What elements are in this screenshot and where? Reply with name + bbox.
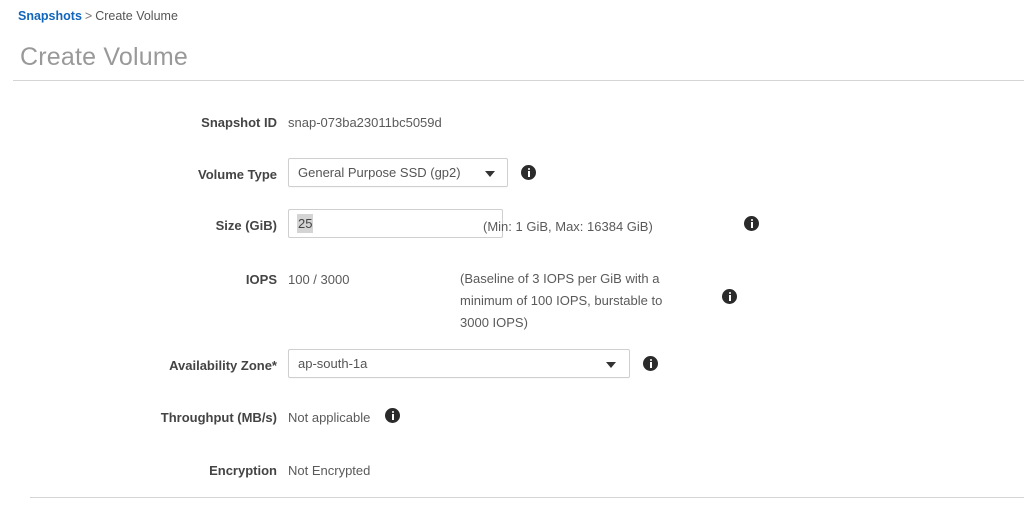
volume-type-selected-value: General Purpose SSD (gp2) [298,165,461,180]
encryption-label: Encryption [209,463,277,478]
throughput-info-icon[interactable] [385,408,400,423]
availability-zone-selected-value: ap-south-1a [298,356,368,371]
size-info-icon[interactable] [744,216,759,231]
availability-zone-info-icon[interactable] [643,356,658,371]
snapshot-id-value: snap-073ba23011bc5059d [288,115,442,130]
iops-value: 100 / 3000 [288,272,350,287]
availability-zone-label: Availability Zone* [169,358,277,373]
volume-type-select[interactable]: General Purpose SSD (gp2) [288,158,508,187]
breadcrumb-link-snapshots[interactable]: Snapshots [18,9,82,23]
availability-zone-select[interactable]: ap-south-1a [288,349,630,378]
footer-divider [30,497,1024,498]
iops-hint-line-1: (Baseline of 3 IOPS per GiB with a [460,271,660,286]
size-hint: (Min: 1 GiB, Max: 16384 GiB) [483,219,653,234]
page-title: Create Volume [20,43,188,71]
volume-type-label: Volume Type [198,167,277,182]
breadcrumb-separator: > [84,9,93,23]
throughput-label: Throughput (MB/s) [160,410,277,425]
size-label: Size (GiB) [215,218,277,233]
iops-hint-line-2: minimum of 100 IOPS, burstable to [460,293,663,308]
breadcrumb: Snapshots > Create Volume [18,8,178,24]
throughput-value: Not applicable [288,410,371,425]
iops-info-icon[interactable] [722,289,737,304]
volume-type-info-icon[interactable] [521,165,536,180]
size-input[interactable]: 25 [288,209,503,238]
breadcrumb-current-create-volume: Create Volume [95,9,178,23]
iops-hint-line-3: 3000 IOPS) [460,315,528,330]
size-input-value: 25 [297,214,314,233]
snapshot-id-label: Snapshot ID [201,115,277,130]
chevron-down-icon [606,362,616,368]
chevron-down-icon [485,171,495,177]
iops-label: IOPS [245,272,277,287]
encryption-value: Not Encrypted [288,463,371,478]
title-divider [13,80,1024,81]
